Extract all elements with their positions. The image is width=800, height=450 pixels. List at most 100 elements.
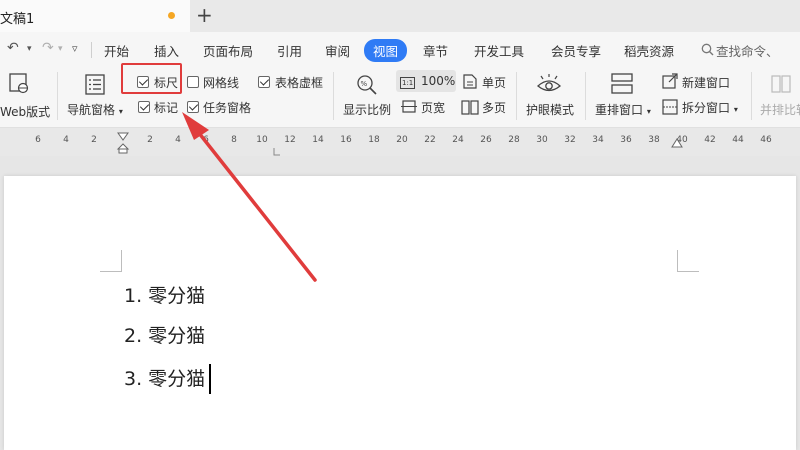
tab-stop-marker-icon (273, 148, 280, 156)
menu-bar: ↶ ▾ ↷ ▾ ▿ 开始 插入 页面布局 引用 审阅 视图 章节 开发工具 会员… (0, 32, 800, 66)
menu-member[interactable]: 会员专享 (551, 41, 601, 60)
one-to-one-icon: 1:1 (400, 77, 416, 89)
split-window-button[interactable]: 拆分窗口 ▾ (682, 99, 738, 116)
rearrange-window-icon (611, 73, 633, 94)
menu-view[interactable]: 视图 (364, 39, 408, 62)
ruler-tick-label: 2 (147, 135, 153, 145)
ruler-tick-label: 34 (592, 135, 604, 145)
menu-references[interactable]: 引用 (277, 41, 302, 60)
ruler-tick-label: 8 (231, 135, 237, 145)
list-item: 3. 零分猫 (124, 368, 206, 390)
margin-corner-mark (677, 250, 699, 272)
eye-protection-icon (537, 74, 561, 92)
customize-quick-access-icon[interactable]: ▿ (72, 42, 78, 55)
undo-icon[interactable]: ↶ (7, 40, 19, 56)
chevron-down-icon: ▾ (646, 107, 651, 116)
single-page-button[interactable]: 单页 (482, 74, 506, 91)
ruler-tick-label: 12 (284, 135, 296, 145)
navigation-pane-label: 导航窗格 (67, 103, 116, 117)
navigation-pane-button[interactable]: 导航窗格 ▾ (67, 101, 123, 118)
ruler-tick-label: 14 (312, 135, 324, 145)
first-line-indent-marker-icon[interactable] (116, 131, 132, 155)
zoom-percent-label: 100% (421, 74, 456, 88)
navigation-pane-icon (85, 74, 105, 95)
ruler-tick-label: 28 (508, 135, 520, 145)
ribbon-separator (585, 72, 586, 120)
text-cursor (209, 364, 211, 394)
redo-dropdown-icon[interactable]: ▾ (58, 44, 63, 54)
table-gridlines-checkbox[interactable] (258, 76, 270, 88)
menu-separator (91, 42, 92, 58)
new-window-icon (662, 73, 678, 89)
zoom-icon: % (357, 75, 377, 95)
ruler-tick-label: 16 (340, 135, 352, 145)
ruler-tick-label: 4 (63, 135, 69, 145)
ribbon-separator (516, 72, 517, 120)
ruler-tick-label: 30 (536, 135, 548, 145)
new-tab-button[interactable]: + (196, 3, 213, 27)
split-window-label: 拆分窗口 (682, 101, 731, 115)
web-layout-button[interactable]: Web版式 (0, 103, 50, 120)
side-by-side-button[interactable]: 并排比较 (760, 101, 800, 118)
ribbon-separator (57, 72, 58, 120)
ruler-tick-label: 46 (760, 135, 772, 145)
menu-docer[interactable]: 稻壳资源 (624, 41, 674, 60)
gridlines-checkbox[interactable] (187, 76, 199, 88)
gridlines-label: 网格线 (203, 76, 240, 90)
task-pane-label: 任务窗格 (203, 101, 252, 115)
marks-checkbox[interactable] (138, 101, 150, 113)
ribbon-separator (751, 72, 752, 120)
document-page[interactable] (4, 176, 796, 450)
web-layout-icon (9, 73, 29, 94)
document-tab-title: 文稿1 (0, 12, 35, 27)
ruler-tick-label: 6 (203, 135, 209, 145)
new-window-button[interactable]: 新建窗口 (682, 74, 730, 91)
menu-developer[interactable]: 开发工具 (474, 41, 524, 60)
eye-protection-button[interactable]: 护眼模式 (526, 101, 574, 118)
ribbon-separator (333, 72, 334, 120)
svg-text:%: % (361, 80, 368, 88)
table-gridlines-label: 表格虚框 (275, 76, 324, 90)
ruler-tick-label: 18 (368, 135, 380, 145)
right-indent-marker-icon[interactable] (670, 133, 684, 151)
ruler-tick-label: 20 (396, 135, 408, 145)
chevron-down-icon: ▾ (733, 105, 738, 114)
page-width-button[interactable]: 页宽 (421, 99, 445, 116)
annotation-highlight-box (121, 63, 182, 94)
redo-icon[interactable]: ↷ (42, 40, 54, 56)
search-command-input[interactable]: 查找命令、 (716, 41, 779, 60)
page-width-icon (401, 100, 417, 113)
menu-page-layout[interactable]: 页面布局 (203, 41, 253, 60)
ruler-tick-label: 10 (256, 135, 268, 145)
margin-corner-mark (100, 250, 122, 272)
ruler-tick-label: 38 (648, 135, 660, 145)
ruler-tick-label: 44 (732, 135, 744, 145)
rearrange-window-label: 重排窗口 (595, 103, 644, 117)
unsaved-indicator (168, 12, 175, 19)
multi-page-icon (461, 100, 479, 115)
ruler-tick-label: 2 (91, 135, 97, 145)
ruler-tick-label: 4 (175, 135, 181, 145)
chevron-down-icon: ▾ (118, 107, 123, 116)
menu-insert[interactable]: 插入 (154, 41, 179, 60)
multi-page-button[interactable]: 多页 (482, 99, 506, 116)
task-pane-checkbox[interactable] (187, 101, 199, 113)
single-page-icon (463, 74, 477, 89)
rearrange-window-button[interactable]: 重排窗口 ▾ (595, 101, 651, 118)
tab-strip: 文稿1 + (0, 0, 800, 32)
ruler-tick-label: 42 (704, 135, 716, 145)
menu-review[interactable]: 审阅 (325, 41, 350, 60)
ruler-tick-label: 6 (35, 135, 41, 145)
undo-dropdown-icon[interactable]: ▾ (27, 44, 32, 54)
marks-label: 标记 (154, 101, 179, 115)
ruler-tick-label: 36 (620, 135, 632, 145)
ruler-tick-label: 32 (564, 135, 576, 145)
zoom-display-button[interactable]: 显示比例 (343, 101, 391, 118)
search-icon[interactable] (701, 43, 714, 56)
ruler-tick-label: 22 (424, 135, 436, 145)
list-item: 1. 零分猫 (124, 285, 206, 307)
ruler-tick-label: 24 (452, 135, 464, 145)
menu-home[interactable]: 开始 (104, 41, 129, 60)
document-tab[interactable]: 文稿1 (0, 0, 190, 32)
menu-section[interactable]: 章节 (423, 41, 448, 60)
